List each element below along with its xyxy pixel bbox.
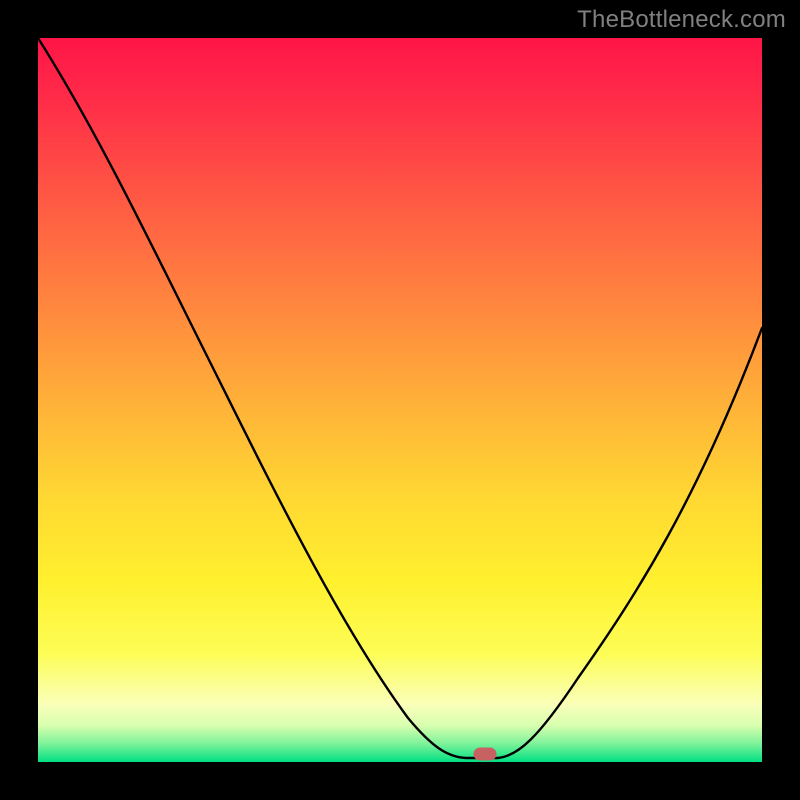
bottleneck-curve: [38, 38, 762, 762]
watermark-text: TheBottleneck.com: [577, 6, 786, 34]
chart-frame: TheBottleneck.com: [0, 0, 800, 800]
plot-area: [38, 38, 762, 762]
bottleneck-curve-path: [38, 38, 762, 758]
optimal-marker: [474, 748, 496, 760]
